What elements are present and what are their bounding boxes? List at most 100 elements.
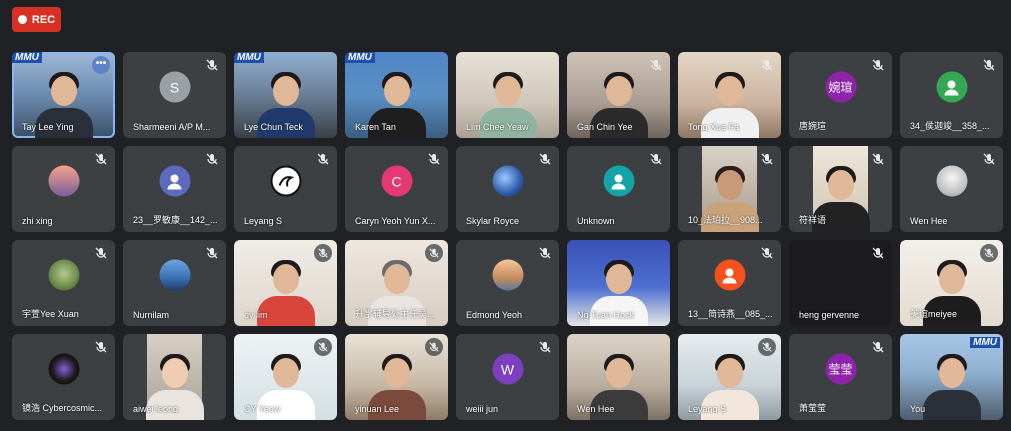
record-dot-icon	[17, 15, 27, 24]
participant-name: qy lim	[244, 310, 268, 320]
participant-tile[interactable]: Leyang S	[234, 146, 337, 232]
participant-tile[interactable]: Ng Tuan Hock	[567, 240, 670, 326]
participant-name: Unknown	[577, 216, 615, 226]
participant-tile[interactable]: C Caryn Yeoh Yun X...	[345, 146, 448, 232]
mic-off-icon	[872, 153, 884, 165]
participant-name: Wen Hee	[577, 404, 615, 414]
participant-name: 符祥语	[799, 215, 827, 225]
participant-tile[interactable]: Edmond Yeoh	[456, 240, 559, 326]
person-icon	[936, 71, 967, 103]
participant-tile[interactable]: 34_侯迦竣__358_...	[900, 52, 1003, 138]
avatar	[270, 165, 301, 197]
mic-off-icon	[758, 338, 776, 356]
participant-tile[interactable]: 10_法珀拉__908...	[678, 146, 781, 232]
mic-off-icon	[980, 244, 998, 262]
participant-name: Leyang S	[244, 216, 283, 226]
participant-tile[interactable]: Wen Hee	[567, 334, 670, 420]
mic-off-icon	[317, 153, 329, 165]
recording-label: REC	[31, 13, 56, 26]
participant-tile[interactable]: 宇萱Yee Xuan	[12, 240, 115, 326]
participant-tile[interactable]: 23__罗敏康__142_...	[123, 146, 226, 232]
participant-tile[interactable]: Gan Chin Yee	[567, 52, 670, 138]
participant-name: Edmond Yeoh	[466, 310, 523, 320]
mmu-logo: MMU	[345, 52, 375, 63]
mic-off-icon	[206, 247, 218, 259]
participant-name: Caryn Yeoh Yun X...	[355, 216, 436, 226]
participant-tile[interactable]: CY Yeow	[234, 334, 337, 420]
mic-off-icon	[95, 341, 107, 353]
mic-off-icon	[206, 153, 218, 165]
participant-tile[interactable]: 莹莹 萧莹莹	[789, 334, 892, 420]
mic-off-icon	[95, 247, 107, 259]
participant-tile[interactable]: qy lim	[234, 240, 337, 326]
participant-tile[interactable]: Lim Chee Yeaw	[456, 52, 559, 138]
mic-off-icon	[95, 153, 107, 165]
participant-tile[interactable]: yinuan Lee	[345, 334, 448, 420]
participant-name: 34_侯迦竣__358_...	[910, 121, 990, 131]
avatar	[48, 259, 79, 291]
participant-tile[interactable]: Tong Xue Fa	[678, 52, 781, 138]
mic-off-icon	[314, 338, 332, 356]
mmu-logo: MMU	[12, 52, 42, 63]
participant-name: aiwei leong	[133, 404, 179, 414]
avatar: 婉瑄	[825, 71, 856, 103]
mic-off-icon	[650, 59, 662, 71]
mic-off-icon	[539, 341, 551, 353]
more-options-icon[interactable]: •••	[92, 56, 110, 74]
avatar: S	[159, 71, 190, 103]
mic-off-icon	[761, 59, 773, 71]
participant-name: 宇萱Yee Xuan	[22, 309, 79, 319]
participant-tile[interactable]: Unknown	[567, 146, 670, 232]
participant-tile[interactable]: Wen Hee	[900, 146, 1003, 232]
mic-off-icon	[983, 59, 995, 71]
avatar: C	[381, 165, 412, 197]
participant-tile[interactable]: MMU Karen Tan	[345, 52, 448, 138]
mic-off-icon	[425, 338, 443, 356]
participant-name: Lye Chun Teck	[244, 122, 304, 132]
participant-name: weiii jun	[466, 404, 499, 414]
mic-off-icon	[539, 153, 551, 165]
mic-off-icon	[650, 153, 662, 165]
participant-tile[interactable]: aiwei leong	[123, 334, 226, 420]
participant-name: Leyang S	[688, 404, 727, 414]
participant-name: yinuan Lee	[355, 404, 400, 414]
participant-name: Tay Lee Ying	[22, 122, 74, 132]
participant-tile[interactable]: 升学辅导处主任吴...	[345, 240, 448, 326]
mmu-logo: MMU	[970, 337, 1000, 348]
avatar	[492, 165, 523, 197]
participant-name: 23__罗敏康__142_...	[133, 215, 218, 225]
participant-tile[interactable]: 婉瑄 唐婉瑄	[789, 52, 892, 138]
person-icon	[714, 259, 745, 291]
avatar: W	[492, 353, 523, 385]
avatar	[159, 259, 190, 291]
participant-tile[interactable]: Nurnilam	[123, 240, 226, 326]
avatar	[48, 165, 79, 197]
participant-tile[interactable]: 美谊meiyee	[900, 240, 1003, 326]
participant-name: You	[910, 404, 926, 414]
participant-tile[interactable]: MMU You	[900, 334, 1003, 420]
participant-name: heng gervenne	[799, 310, 860, 320]
mic-off-icon	[761, 153, 773, 165]
participant-tile[interactable]: 镜浩 Cybercosmic...	[12, 334, 115, 420]
participant-tile[interactable]: 符祥语	[789, 146, 892, 232]
participant-tile[interactable]: MMU ••• Tay Lee Ying	[12, 52, 115, 138]
participant-name: 镜浩 Cybercosmic...	[22, 403, 103, 413]
participant-tile[interactable]: Leyang S	[678, 334, 781, 420]
avatar	[936, 165, 967, 197]
participant-tile[interactable]: Skylar Royce	[456, 146, 559, 232]
participant-tile[interactable]: W weiii jun	[456, 334, 559, 420]
mic-off-icon	[872, 247, 884, 259]
participant-tile[interactable]: zhi xing	[12, 146, 115, 232]
participant-name: 10_法珀拉__908...	[688, 215, 763, 225]
participant-name: 唐婉瑄	[799, 121, 827, 131]
participant-tile[interactable]: S Sharmeeni A/P M...	[123, 52, 226, 138]
participant-name: 13__简诗燕__085_...	[688, 309, 773, 319]
mic-off-icon	[428, 153, 440, 165]
participant-tile[interactable]: MMU Lye Chun Teck	[234, 52, 337, 138]
participant-name: Nurnilam	[133, 310, 170, 320]
mic-off-icon	[314, 244, 332, 262]
participant-tile[interactable]: 13__简诗燕__085_...	[678, 240, 781, 326]
participant-tile[interactable]: heng gervenne	[789, 240, 892, 326]
mic-off-icon	[761, 247, 773, 259]
participant-name: 升学辅导处主任吴...	[355, 309, 435, 319]
